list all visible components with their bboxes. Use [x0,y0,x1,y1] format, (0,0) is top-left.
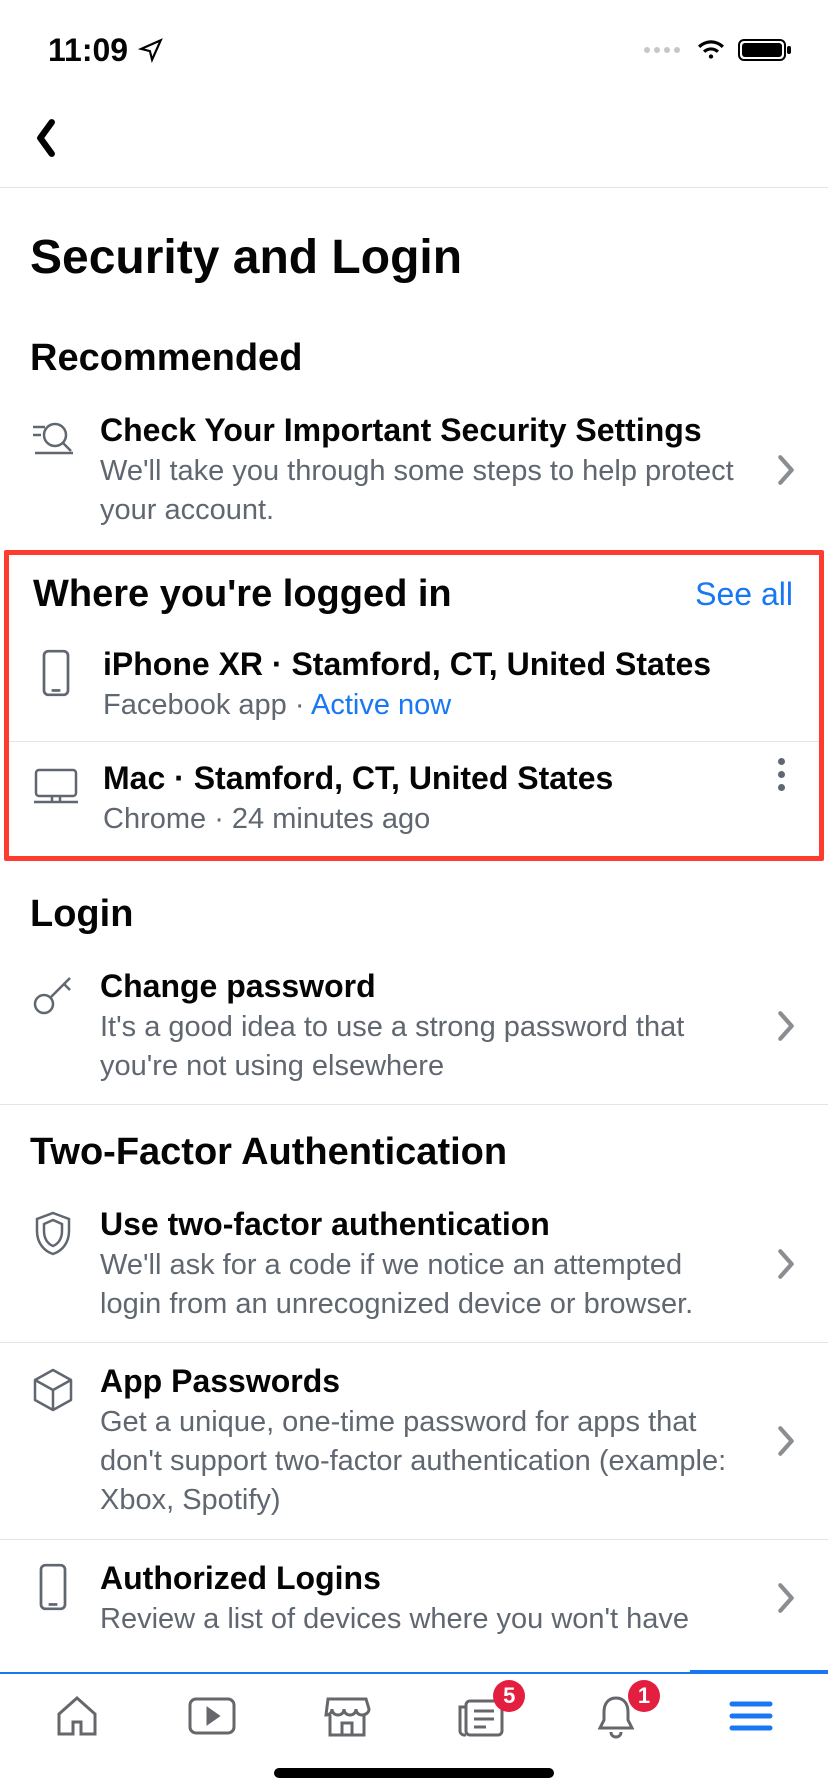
section-title: Recommended [30,337,302,380]
location-arrow-icon [138,37,164,63]
session-row-iphone[interactable]: iPhone XR · Stamford, CT, United States … [9,628,819,741]
row-title: Change password [100,966,744,1006]
chevron-left-icon [33,118,59,158]
session-app-text: Facebook app · [103,689,311,721]
row-use-two-factor[interactable]: Use two-factor authentication We'll ask … [0,1186,828,1343]
tab-watch[interactable] [182,1692,242,1740]
tab-notifications[interactable]: 1 [586,1692,646,1740]
row-body: iPhone XR · Stamford, CT, United States … [103,644,801,725]
tab-news[interactable]: 5 [451,1692,511,1740]
tab-menu[interactable] [721,1692,781,1740]
section-title: Where you're logged in [33,573,452,616]
phone-icon [28,1562,78,1612]
section-title: Login [30,893,133,936]
notifications-badge: 1 [628,1680,660,1712]
navigation-bar [0,88,828,188]
row-subtitle: Review a list of devices where you won't… [100,1600,744,1639]
kebab-dot-icon [778,758,785,765]
key-icon [28,970,78,1020]
row-body: Authorized Logins Review a list of devic… [100,1558,744,1639]
row-title: Mac · Stamford, CT, United States [103,758,739,798]
phone-icon [31,648,81,698]
back-button[interactable] [22,114,70,162]
tab-marketplace[interactable] [317,1692,377,1740]
clock-text: 11:09 [48,32,128,69]
row-subtitle: We'll ask for a code if we notice an att… [100,1246,744,1324]
row-title: iPhone XR · Stamford, CT, United States [103,644,801,684]
section-sessions-highlighted: Where you're logged in See all iPhone XR… [4,550,824,860]
home-icon [53,1692,101,1740]
row-title: Check Your Important Security Settings [100,410,744,450]
chevron-right-icon [766,1581,806,1615]
session-row-mac[interactable]: Mac · Stamford, CT, United States Chrome… [9,742,819,855]
section-two-factor: Two-Factor Authentication Use two-factor… [0,1105,828,1657]
row-subtitle: Get a unique, one-time password for apps… [100,1403,744,1520]
cellular-signal-icon [644,47,680,53]
cube-icon [28,1365,78,1415]
wifi-icon [694,37,728,63]
row-body: Use two-factor authentication We'll ask … [100,1204,744,1324]
chevron-right-icon [766,453,806,487]
section-login: Login Change password It's a good idea t… [0,867,828,1105]
news-badge: 5 [493,1680,525,1712]
page-title: Security and Login [0,188,828,311]
row-subtitle: It's a good idea to use a strong passwor… [100,1008,744,1086]
row-title: Use two-factor authentication [100,1204,744,1244]
row-title: App Passwords [100,1361,744,1401]
watch-icon [186,1695,238,1737]
chevron-right-icon [766,1247,806,1281]
section-header-recommended: Recommended [0,311,828,392]
row-body: App Passwords Get a unique, one-time pas… [100,1361,744,1520]
row-app-passwords[interactable]: App Passwords Get a unique, one-time pas… [0,1343,828,1539]
section-header-two-factor: Two-Factor Authentication [0,1105,828,1186]
kebab-dot-icon [778,771,785,778]
section-header-sessions: Where you're logged in See all [9,555,819,628]
tab-home[interactable] [47,1692,107,1740]
row-subtitle: We'll take you through some steps to hel… [100,452,744,530]
home-indicator[interactable] [274,1768,554,1778]
active-now-text: Active now [311,689,451,721]
row-check-security[interactable]: Check Your Important Security Settings W… [0,392,828,548]
chevron-right-icon [766,1424,806,1458]
marketplace-icon [322,1693,372,1739]
row-subtitle: Facebook app · Active now [103,686,801,725]
active-tab-indicator [690,1670,828,1674]
section-title: Two-Factor Authentication [30,1131,507,1174]
status-indicators [644,37,794,63]
page-content: Security and Login Recommended Check You… [0,188,828,1672]
chevron-right-icon [766,1009,806,1043]
row-body: Mac · Stamford, CT, United States Chrome… [103,758,739,839]
more-options-button[interactable] [761,758,801,791]
checklist-search-icon [28,414,78,464]
see-all-link[interactable]: See all [695,576,793,613]
row-authorized-logins[interactable]: Authorized Logins Review a list of devic… [0,1540,828,1657]
section-header-login: Login [0,867,828,948]
menu-icon [728,1698,774,1734]
battery-icon [738,37,794,63]
status-time: 11:09 [48,32,164,69]
row-body: Check Your Important Security Settings W… [100,410,744,530]
status-bar: 11:09 [0,0,828,88]
shield-icon [28,1208,78,1258]
section-recommended: Recommended Check Your Important Securit… [0,311,828,548]
row-title: Authorized Logins [100,1558,744,1598]
kebab-dot-icon [778,784,785,791]
desktop-icon [31,762,81,812]
row-subtitle: Chrome · 24 minutes ago [103,800,739,839]
row-body: Change password It's a good idea to use … [100,966,744,1086]
row-change-password[interactable]: Change password It's a good idea to use … [0,948,828,1105]
